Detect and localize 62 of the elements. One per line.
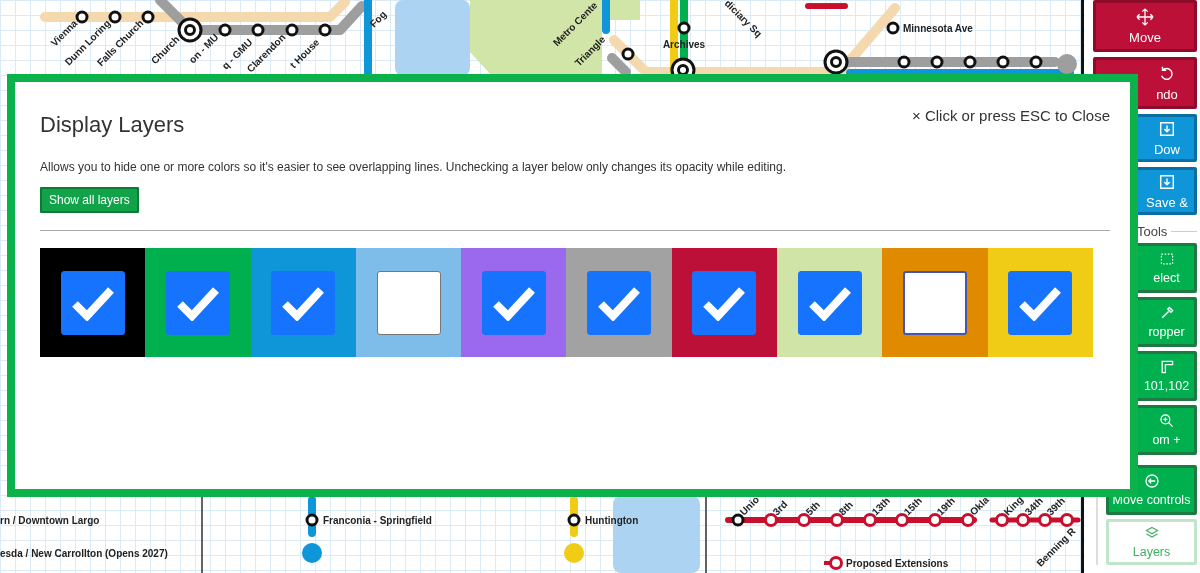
- station-marker: [764, 513, 778, 527]
- station-marker: [797, 513, 811, 527]
- station-marker: [996, 55, 1010, 69]
- station-marker: [567, 513, 581, 527]
- terminus-marker: [564, 543, 584, 563]
- station-marker: [251, 23, 265, 37]
- station-label: esda / New Carrollton (Opens 2027): [0, 548, 168, 559]
- tool-button[interactable]: Layers: [1106, 519, 1197, 565]
- layer-checkbox[interactable]: [903, 270, 967, 335]
- station-marker: [731, 513, 745, 527]
- station-label: Huntington: [585, 515, 639, 526]
- layer-checkbox[interactable]: [1008, 270, 1073, 335]
- dialog-title: Display Layers: [40, 112, 185, 138]
- layer-checkbox[interactable]: [271, 270, 336, 335]
- station-label: 8th: [836, 499, 855, 518]
- save-icon: [1158, 172, 1176, 191]
- undo-icon: [1158, 64, 1176, 83]
- station-label: Franconia - Springfield: [323, 515, 432, 526]
- layer-checkbox[interactable]: [376, 270, 441, 335]
- layer-checkbox[interactable]: [587, 270, 652, 335]
- zoom-in-icon: [1158, 413, 1175, 429]
- layer-checkbox[interactable]: [481, 270, 546, 335]
- station-marker: [677, 21, 691, 35]
- station-marker: [886, 21, 900, 35]
- station-label: Minnesota Ave: [903, 23, 973, 34]
- dashed-square-icon: [1158, 251, 1175, 267]
- layer-checkbox[interactable]: [60, 270, 125, 335]
- station-marker: [897, 55, 911, 69]
- station-marker: [318, 23, 332, 37]
- station-label: 5th: [803, 499, 822, 518]
- station-marker: [621, 47, 635, 61]
- download-icon: [1158, 119, 1176, 138]
- station-marker: [930, 55, 944, 69]
- station-marker: [285, 23, 299, 37]
- station-label: Fog: [367, 8, 389, 30]
- move-button[interactable]: Move: [1093, 0, 1197, 52]
- station-marker: [961, 513, 975, 527]
- station-marker: [830, 513, 844, 527]
- metro-line: [308, 496, 316, 537]
- station-marker: [1038, 513, 1052, 527]
- show-all-button[interactable]: Show all layers: [40, 187, 139, 213]
- station-marker: [305, 513, 319, 527]
- station-label: 39th: [1044, 495, 1067, 518]
- layer-checkbox[interactable]: [165, 270, 230, 335]
- layer-checkbox[interactable]: [692, 270, 757, 335]
- terminus-marker: [1057, 54, 1077, 74]
- move-icon: [1136, 7, 1154, 26]
- station-marker: [1029, 55, 1043, 69]
- station-label: on - MU: [186, 31, 221, 66]
- station-marker: [963, 55, 977, 69]
- station-label: Okla: [967, 494, 991, 518]
- proposed-extension-icon: [824, 556, 843, 570]
- station-marker: [218, 23, 232, 37]
- arrow-left-icon: [1143, 473, 1160, 489]
- terminus-marker: [302, 543, 322, 563]
- layer-checkbox[interactable]: [797, 270, 862, 335]
- station-marker: [1060, 513, 1074, 527]
- station-label: rn / Downtown Largo: [0, 515, 100, 526]
- legend-label: Proposed Extensions: [846, 558, 949, 569]
- station-label: 3rd: [770, 498, 790, 518]
- metro-line: [570, 496, 578, 537]
- dialog-description: Allows you to hide one or more colors so it's easier to see overlapping lines. Unchecking a layer below only changes its opacity while editing.: [40, 160, 788, 174]
